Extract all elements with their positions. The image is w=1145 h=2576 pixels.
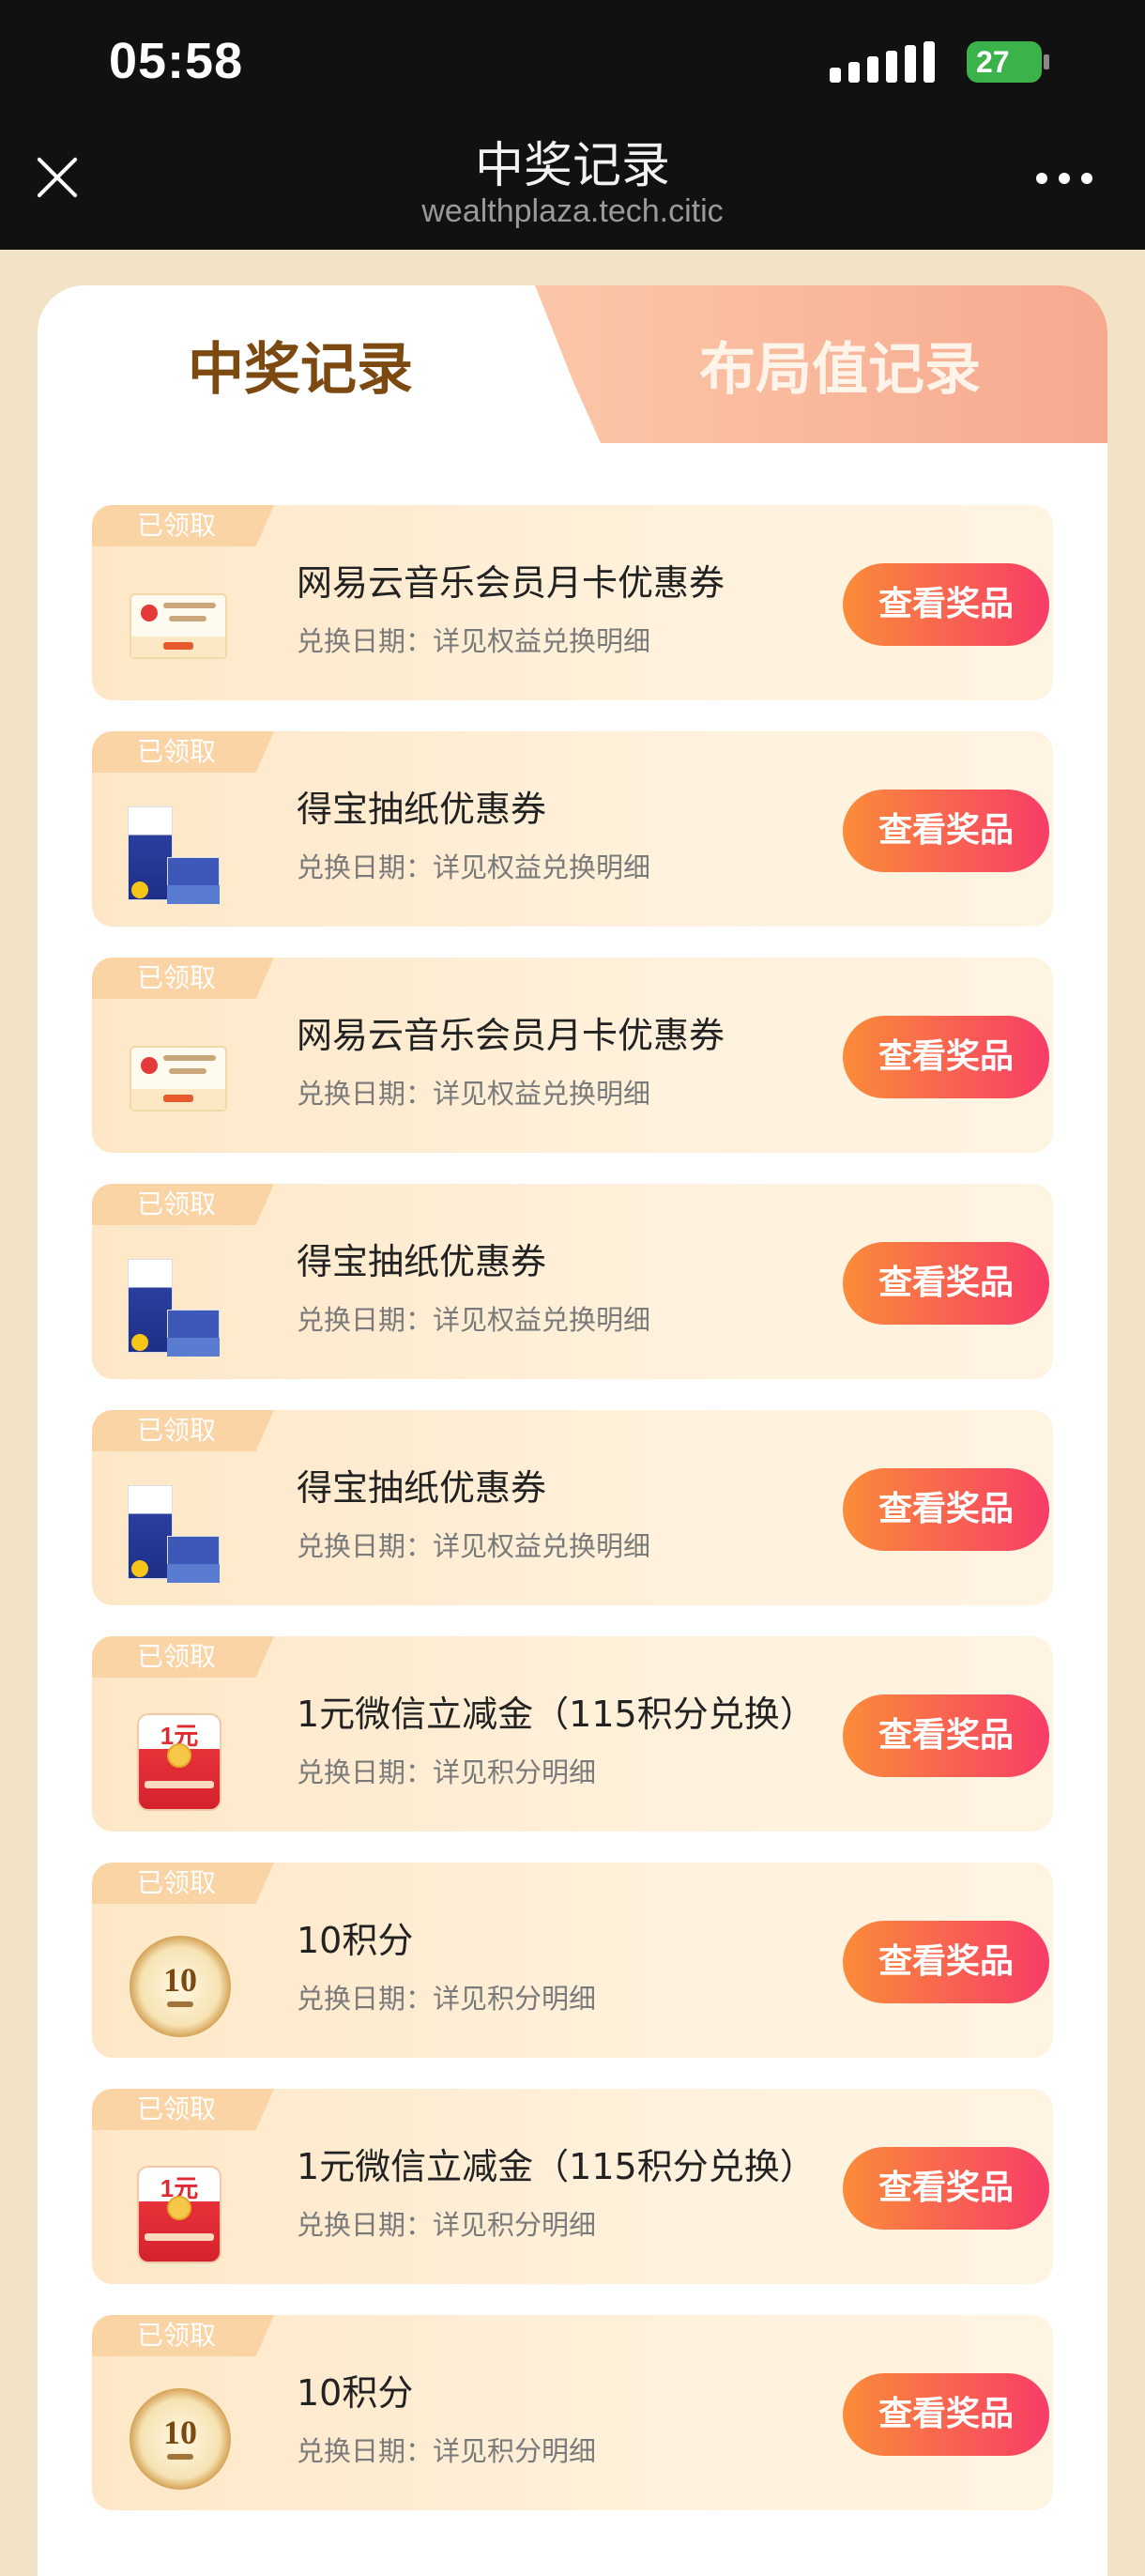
claimed-badge: 已领取 [92,1410,274,1451]
prize-thumbnail: 1元 [124,2166,229,2263]
claimed-badge: 已领取 [92,1636,274,1678]
prize-date: 兑换日期：详见权益兑换明细 [297,1304,651,1336]
prize-date: 兑换日期：详见权益兑换明细 [297,1078,651,1110]
prize-title: 1元微信立减金（115积分兑换） [297,1694,816,1735]
view-prize-button[interactable]: 查看奖品 [843,2373,1049,2456]
battery-level: 27 [967,41,1042,83]
prize-thumbnail: 1元 [124,1713,229,1811]
prize-date: 兑换日期：详见积分明细 [297,1756,597,1788]
prize-title: 1元微信立减金（115积分兑换） [297,2146,816,2187]
battery-icon: 27 [967,41,1049,83]
tab-layout-value-records[interactable]: 布局值记录 [535,285,1107,443]
tab-win-records[interactable]: 中奖记录 [38,285,563,443]
prize-item: 已领取 10 10积分兑换日期：详见积分明细 查看奖品 [92,2315,1053,2510]
tissue-pack-icon [128,1485,221,1590]
prize-thumbnail [124,586,229,670]
view-prize-button[interactable]: 查看奖品 [843,790,1049,872]
prize-date: 兑换日期：详见权益兑换明细 [297,851,651,883]
prize-item: 已领取 1元 1元微信立减金（115积分兑换） 兑换日期：详见积分明细 查看奖品 [92,2089,1053,2284]
prize-date: 兑换日期：详见权益兑换明细 [297,1530,651,1562]
prize-item: 已领取 网易云音乐会员月卡优惠券兑换日期：详见权益兑换明细 查看奖品 [92,505,1053,700]
prize-title: 10积分 [297,1920,414,1961]
prize-thumbnail [124,1485,229,1583]
prize-date: 兑换日期：详见积分明细 [297,2435,597,2467]
view-prize-button[interactable]: 查看奖品 [843,1242,1049,1325]
view-prize-button[interactable]: 查看奖品 [843,563,1049,646]
red-packet-icon: 1元 [137,1713,221,1811]
points-coin-icon: 10 [130,2388,231,2490]
points-coin-icon: 10 [130,1936,231,2037]
prize-title: 网易云音乐会员月卡优惠券 [297,562,725,604]
prize-item: 已领取 得宝抽纸优惠券兑换日期：详见权益兑换明细 查看奖品 [92,1184,1053,1379]
prize-thumbnail: 10 [124,2388,231,2490]
view-prize-button[interactable]: 查看奖品 [843,1468,1049,1551]
prize-item: 已领取 得宝抽纸优惠券兑换日期：详见权益兑换明细 查看奖品 [92,731,1053,927]
prize-title: 网易云音乐会员月卡优惠券 [297,1015,725,1056]
prize-thumbnail [124,1038,229,1123]
prize-item: 已领取 网易云音乐会员月卡优惠券兑换日期：详见权益兑换明细 查看奖品 [92,958,1053,1153]
claimed-badge: 已领取 [92,505,274,546]
prize-title: 10积分 [297,2372,414,2414]
records-card: 中奖记录 布局值记录 已领取 网易云音乐会员月卡优惠券 兑换日期：详见权益兑换明细查… [38,285,1107,2576]
prize-thumbnail [124,1259,229,1357]
prize-item: 已领取 得宝抽纸优惠券兑换日期：详见权益兑换明细 查看奖品 [92,1410,1053,1605]
prize-title: 得宝抽纸优惠券 [297,1467,547,1509]
prize-date: 兑换日期：详见权益兑换明细 [297,625,651,657]
prize-date: 兑换日期：详见积分明细 [297,2209,597,2241]
page-url: wealthplaza.tech.citic [421,193,724,229]
top-bar: 05:58 27 中奖记录 wealthplaza.tech.citic [0,0,1145,250]
tissue-pack-icon [128,806,221,912]
music-coupon-icon [130,593,227,659]
claimed-badge: 已领取 [92,731,274,773]
claimed-badge: 已领取 [92,2089,274,2130]
view-prize-button[interactable]: 查看奖品 [843,1016,1049,1098]
claimed-badge: 已领取 [92,2315,274,2356]
music-coupon-icon [130,1046,227,1112]
claimed-badge: 已领取 [92,1863,274,1904]
signal-icon [830,41,940,83]
view-prize-button[interactable]: 查看奖品 [843,2147,1049,2230]
prize-item: 已领取 1元 1元微信立减金（115积分兑换） 兑换日期：详见积分明细 查看奖品 [92,1636,1053,1832]
view-prize-button[interactable]: 查看奖品 [843,1921,1049,2003]
claimed-badge: 已领取 [92,958,274,999]
more-icon[interactable] [1036,173,1092,186]
view-prize-button[interactable]: 查看奖品 [843,1694,1049,1777]
prize-item: 已领取 10 10积分兑换日期：详见积分明细 查看奖品 [92,1863,1053,2058]
prize-title: 得宝抽纸优惠券 [297,1241,547,1282]
red-packet-icon: 1元 [137,2166,221,2263]
prize-thumbnail [124,806,229,904]
claimed-badge: 已领取 [92,1184,274,1225]
prize-title: 得宝抽纸优惠券 [297,789,547,830]
tab-bar: 中奖记录 布局值记录 [38,285,1107,443]
status-time: 05:58 [109,33,244,89]
prize-list: 已领取 网易云音乐会员月卡优惠券 兑换日期：详见权益兑换明细 查看奖品 已领取 得宝抽纸优… [92,505,1053,2541]
prize-thumbnail: 10 [124,1936,231,2037]
tissue-pack-icon [128,1259,221,1364]
prize-date: 兑换日期：详见积分明细 [297,1983,597,2015]
page-title: 中奖记录 [474,138,670,194]
